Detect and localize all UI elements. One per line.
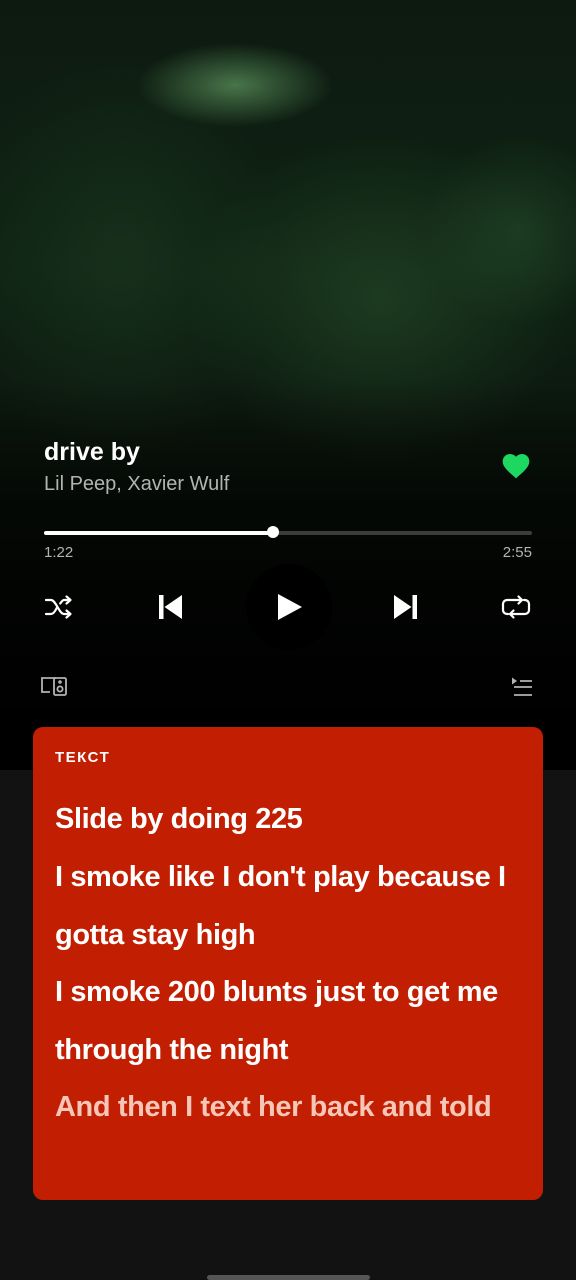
like-heart-icon[interactable]: [500, 450, 532, 482]
track-title[interactable]: drive by: [44, 438, 140, 467]
elapsed-time: 1:22: [44, 544, 74, 561]
skip-previous-icon[interactable]: [152, 589, 188, 625]
album-background-image: [0, 0, 576, 770]
lyric-line-upcoming[interactable]: And then I text her back and told: [55, 1091, 492, 1124]
lyric-line[interactable]: gotta stay high: [55, 919, 256, 952]
progress-bar[interactable]: [44, 526, 532, 538]
duration-time: 2:55: [502, 544, 532, 561]
lyric-line[interactable]: through the night: [55, 1034, 289, 1067]
progress-fill: [44, 531, 273, 535]
track-artist[interactable]: Lil Peep, Xavier Wulf: [44, 473, 229, 496]
skip-next-icon[interactable]: [388, 589, 424, 625]
play-button[interactable]: [246, 564, 332, 650]
connect-devices-icon[interactable]: [38, 673, 70, 699]
progress-knob[interactable]: [266, 526, 279, 538]
lyrics-card[interactable]: ТЕКСТ Slide by doing 225 I smoke like I …: [33, 727, 543, 1200]
lyric-line[interactable]: I smoke 200 blunts just to get me: [55, 976, 498, 1009]
lyric-line[interactable]: Slide by doing 225: [55, 803, 303, 836]
queue-icon[interactable]: [506, 673, 536, 701]
lyric-line[interactable]: I smoke like I don't play because I: [55, 861, 506, 894]
shuffle-icon[interactable]: [40, 590, 78, 624]
play-icon: [278, 594, 302, 620]
repeat-icon[interactable]: [497, 590, 535, 624]
lyrics-label: ТЕКСТ: [55, 749, 111, 766]
home-indicator[interactable]: [207, 1275, 370, 1280]
